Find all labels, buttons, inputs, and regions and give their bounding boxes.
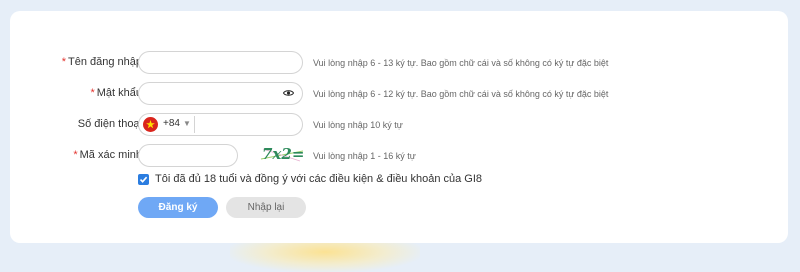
agree-checkbox[interactable] <box>138 174 149 185</box>
chevron-down-icon[interactable]: ▼ <box>183 119 191 128</box>
register-form-card: * Tên đăng nhập Vui lòng nhập 6 - 13 ký t… <box>10 11 788 243</box>
captcha-input[interactable] <box>138 144 238 167</box>
required-mark: * <box>90 87 95 99</box>
country-code[interactable]: +84 <box>163 118 180 129</box>
password-hint: Vui lòng nhập 6 - 12 ký tự. Bao gồm chữ … <box>313 89 609 99</box>
username-label-text: Tên đăng nhập <box>67 56 142 68</box>
required-mark: * <box>73 149 78 161</box>
password-label-text: Mật khẩu <box>96 87 142 99</box>
reset-button[interactable]: Nhập lại <box>226 197 306 218</box>
captcha-label-text: Mã xác minh <box>79 149 142 161</box>
register-button[interactable]: Đăng ký <box>138 197 218 218</box>
captcha-image[interactable]: 7x2=? <box>260 143 304 165</box>
agree-text: Tôi đã đủ 18 tuổi và đồng ý với các điều… <box>155 173 483 185</box>
field-divider <box>194 116 195 133</box>
vietnam-flag-icon[interactable] <box>143 117 158 132</box>
required-mark: * <box>61 56 66 68</box>
phone-hint: Vui lòng nhập 10 ký tự <box>313 120 403 130</box>
captcha-text: 7x2=? <box>262 145 304 163</box>
phone-label: Số điện thoại <box>22 118 142 130</box>
username-label: * Tên đăng nhập <box>22 56 142 68</box>
password-label: * Mật khẩu <box>22 87 142 99</box>
checkmark-icon <box>139 176 148 183</box>
eye-icon[interactable] <box>283 89 294 97</box>
phone-label-text: Số điện thoại <box>77 118 142 130</box>
phone-input-group: +84 ▼ <box>138 113 303 136</box>
password-input[interactable] <box>138 82 303 105</box>
captcha-label: * Mã xác minh <box>22 149 142 161</box>
captcha-hint: Vui lòng nhập 1 - 16 ký tự <box>313 151 416 161</box>
username-hint: Vui lòng nhập 6 - 13 ký tự. Bao gồm chữ … <box>313 58 609 68</box>
username-input[interactable] <box>138 51 303 74</box>
